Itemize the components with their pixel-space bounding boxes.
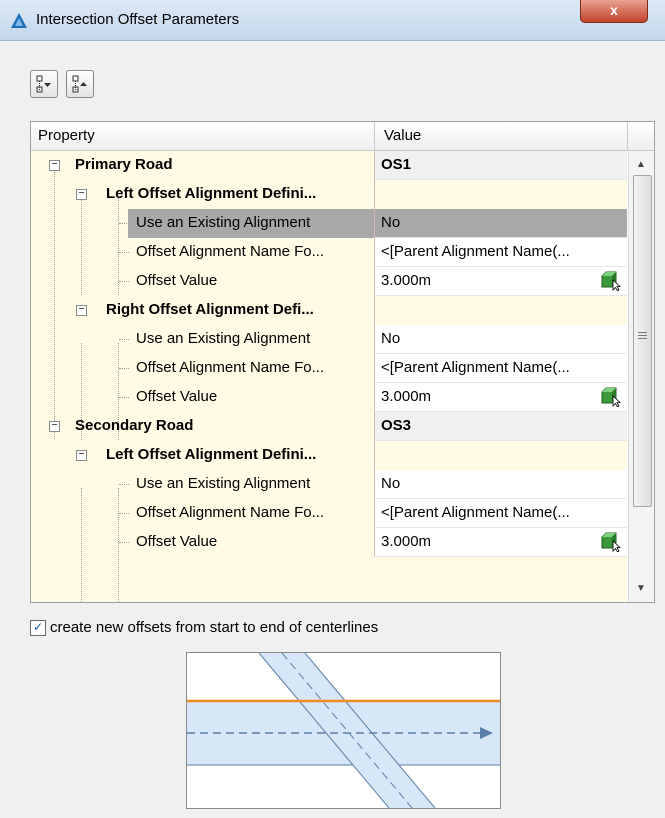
intersection-diagram-icon <box>187 652 500 809</box>
collapse-all-button[interactable] <box>66 70 94 98</box>
property-label: Offset Alignment Name Fo... <box>136 504 325 521</box>
grid-header: Property Value <box>31 122 654 151</box>
property-row[interactable]: Offset Value 3.000m <box>31 267 627 296</box>
create-offsets-checkbox[interactable]: ✓ <box>30 620 46 636</box>
civil3d-app-icon <box>11 13 27 28</box>
title-bar: Intersection Offset Parameters x <box>0 0 665 41</box>
scroll-down-arrow-icon[interactable]: ▼ <box>636 583 646 594</box>
property-value-text: No <box>381 214 401 231</box>
property-label: Offset Alignment Name Fo... <box>136 359 325 376</box>
property-value[interactable]: No <box>374 325 627 354</box>
property-value: OS1 <box>374 151 627 180</box>
property-label: Left Offset Alignment Defini... <box>106 185 317 202</box>
group-row[interactable]: − Left Offset Alignment Defini... <box>31 441 627 470</box>
property-label: Offset Value <box>136 388 218 405</box>
property-label: Right Offset Alignment Defi... <box>106 301 314 318</box>
property-row[interactable]: Use an Existing Alignment No <box>31 470 627 499</box>
collapse-toggle-icon[interactable]: − <box>49 421 60 432</box>
expand-all-button[interactable] <box>30 70 58 98</box>
property-grid: Property Value − Primary Road OS1 − Left Off… <box>30 121 655 603</box>
collapse-toggle-icon[interactable]: − <box>49 160 60 171</box>
property-label: Use an Existing Alignment <box>136 214 311 231</box>
collapse-toggle-icon[interactable]: − <box>76 450 87 461</box>
property-value-text: <[Parent Alignment Name(... <box>381 504 570 521</box>
category-row[interactable]: − Primary Road OS1 <box>31 151 627 180</box>
column-header-property[interactable]: Property <box>38 127 95 144</box>
property-value[interactable]: 3.000m <box>374 267 627 296</box>
property-label: Offset Value <box>136 533 218 550</box>
close-button[interactable]: x <box>580 0 648 23</box>
property-value-text: <[Parent Alignment Name(... <box>381 359 570 376</box>
property-row[interactable]: Offset Value 3.000m <box>31 383 627 412</box>
group-row[interactable]: − Right Offset Alignment Defi... <box>31 296 627 325</box>
property-value[interactable]: <[Parent Alignment Name(... <box>374 354 627 383</box>
property-value[interactable]: <[Parent Alignment Name(... <box>374 238 627 267</box>
property-value-text: 3.000m <box>381 533 432 550</box>
group-row[interactable]: − Left Offset Alignment Defini... <box>31 180 627 209</box>
property-value-text: No <box>381 475 401 492</box>
property-label: Offset Value <box>136 272 218 289</box>
column-header-value[interactable]: Value <box>384 127 421 144</box>
property-value <box>374 180 627 209</box>
property-value[interactable]: 3.000m <box>374 528 627 557</box>
property-label: Use an Existing Alignment <box>136 330 311 347</box>
pick-from-drawing-icon[interactable] <box>601 532 623 552</box>
property-value-text: OS1 <box>381 156 412 173</box>
property-label: Left Offset Alignment Defini... <box>106 446 317 463</box>
collapse-all-icon <box>72 75 87 93</box>
property-row[interactable]: Use an Existing Alignment No <box>31 325 627 354</box>
property-row[interactable]: Use an Existing Alignment No <box>31 209 627 238</box>
pick-from-drawing-icon[interactable] <box>601 387 623 407</box>
window-title: Intersection Offset Parameters <box>36 11 240 28</box>
property-value[interactable]: 3.000m <box>374 383 627 412</box>
property-label: Secondary Road <box>75 417 194 434</box>
property-row[interactable]: Offset Alignment Name Fo... <[Parent Alig… <box>31 354 627 383</box>
scrollbar-thumb[interactable] <box>633 175 652 507</box>
property-label: Offset Alignment Name Fo... <box>136 243 325 260</box>
property-value: OS3 <box>374 412 627 441</box>
create-offsets-label: create new offsets from start to end of … <box>50 619 379 636</box>
property-value-text: 3.000m <box>381 388 432 405</box>
property-value-text: 3.000m <box>381 272 432 289</box>
intersection-preview-image <box>186 652 501 809</box>
scroll-up-arrow-icon[interactable]: ▲ <box>636 159 646 170</box>
pick-from-drawing-icon[interactable] <box>601 271 623 291</box>
property-value <box>374 296 627 325</box>
property-value[interactable]: No <box>374 209 627 238</box>
property-value-text: <[Parent Alignment Name(... <box>381 243 570 260</box>
property-value[interactable]: <[Parent Alignment Name(... <box>374 499 627 528</box>
grid-rows: − Primary Road OS1 − Left Offset Alignment D… <box>31 151 627 602</box>
expand-all-icon <box>36 75 51 93</box>
property-value-text: No <box>381 330 401 347</box>
property-value <box>374 441 627 470</box>
collapse-toggle-icon[interactable]: − <box>76 305 87 316</box>
property-value[interactable]: No <box>374 470 627 499</box>
property-label: Primary Road <box>75 156 173 173</box>
category-row[interactable]: − Secondary Road OS3 <box>31 412 627 441</box>
property-label: Use an Existing Alignment <box>136 475 311 492</box>
property-row[interactable]: Offset Alignment Name Fo... <[Parent Alig… <box>31 238 627 267</box>
property-row[interactable]: Offset Value 3.000m <box>31 528 627 557</box>
property-row[interactable]: Offset Alignment Name Fo... <[Parent Alig… <box>31 499 627 528</box>
collapse-toggle-icon[interactable]: − <box>76 189 87 200</box>
vertical-scrollbar[interactable]: ▲ ▼ <box>628 151 654 602</box>
property-value-text: OS3 <box>381 417 412 434</box>
